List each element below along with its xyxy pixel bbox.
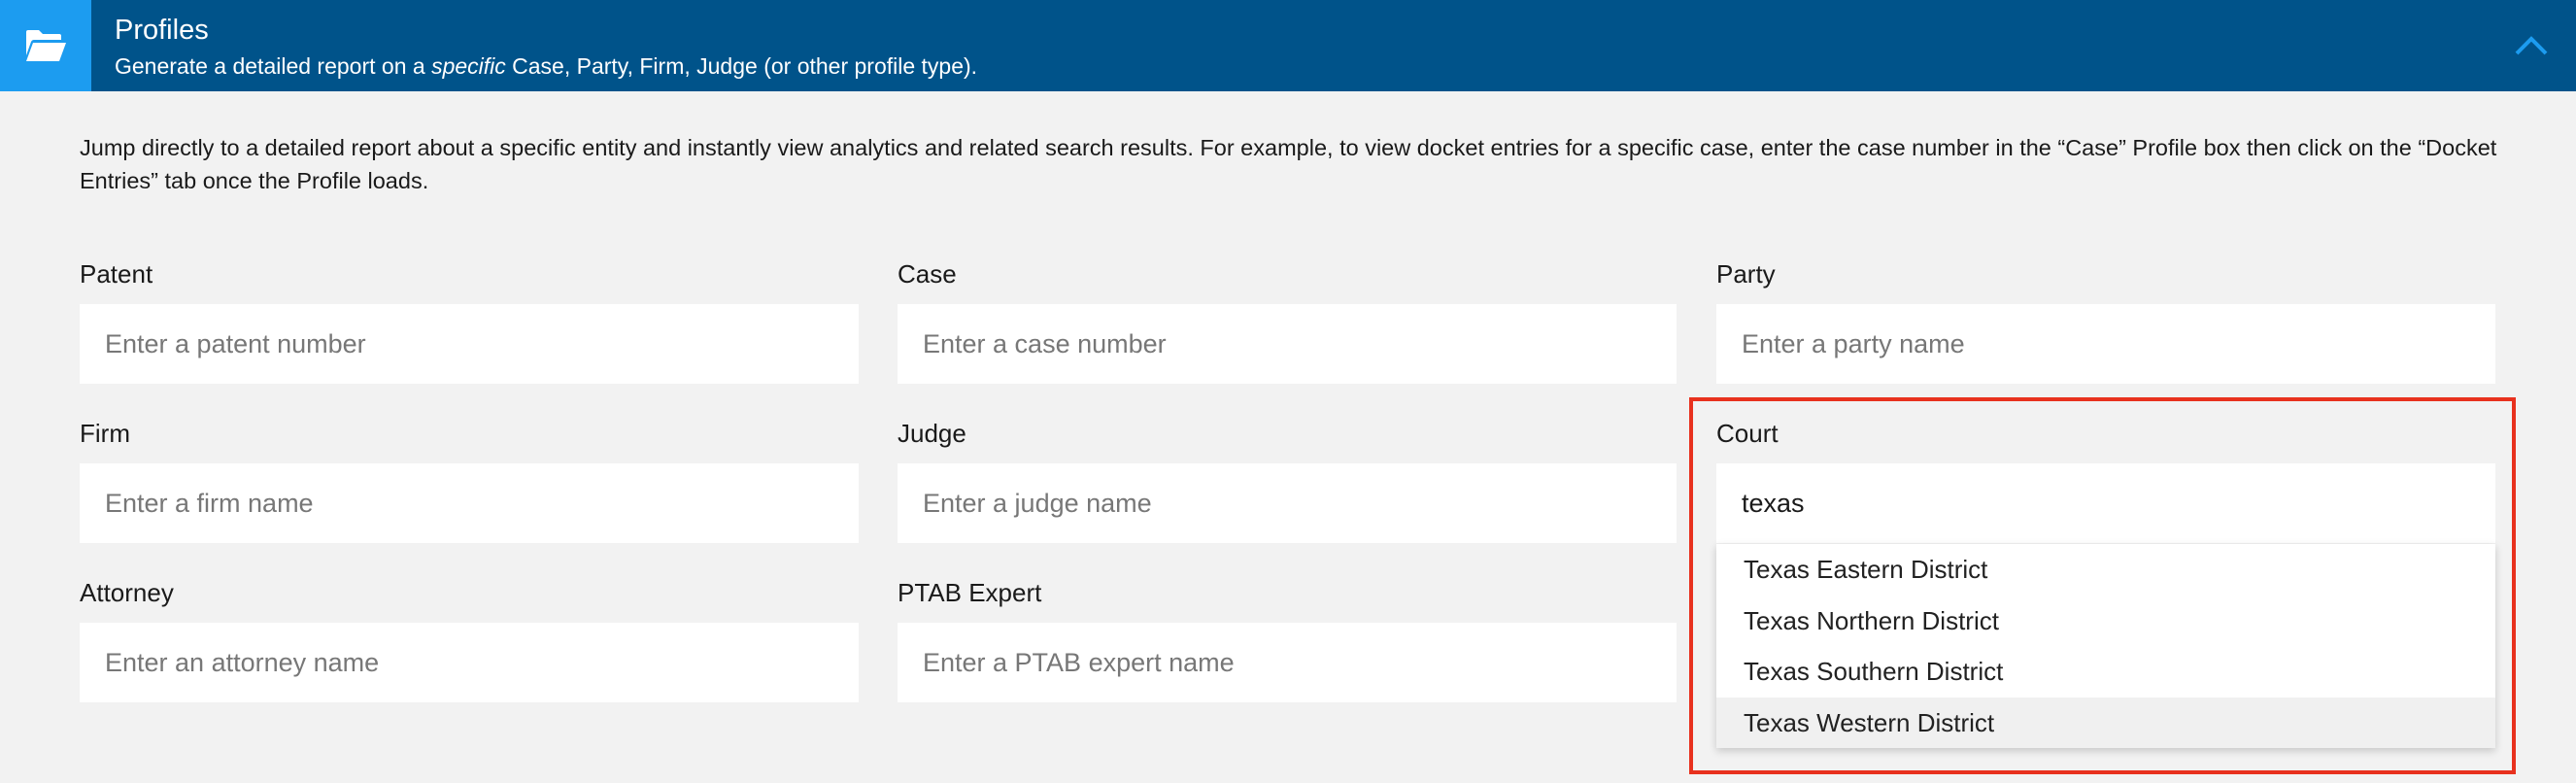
page-title: Profiles — [115, 15, 209, 46]
case-input[interactable] — [898, 304, 1677, 384]
court-suggestion-item[interactable]: Texas Eastern District — [1716, 544, 2495, 596]
patent-input[interactable] — [80, 304, 859, 384]
ptab-expert-label: PTAB Expert — [898, 578, 1042, 607]
party-input[interactable] — [1716, 304, 2495, 384]
court-suggestion-item[interactable]: Texas Southern District — [1716, 646, 2495, 698]
firm-input[interactable] — [80, 463, 859, 543]
page-subtitle: Generate a detailed report on a specific… — [115, 51, 977, 81]
folder-icon-box — [0, 0, 91, 91]
intro-description: Jump directly to a detailed report about… — [80, 135, 2497, 193]
ptab-expert-input[interactable] — [898, 623, 1677, 702]
subtitle-emphasis: specific — [431, 53, 506, 79]
profiles-header: Profiles Generate a detailed report on a… — [0, 0, 2576, 91]
party-label: Party — [1716, 259, 1776, 289]
court-suggestion-item[interactable]: Texas Western District — [1716, 697, 2495, 748]
case-label: Case — [898, 259, 957, 289]
court-suggestion-item[interactable]: Texas Northern District — [1716, 596, 2495, 647]
court-input[interactable] — [1716, 463, 2495, 543]
judge-label: Judge — [898, 419, 966, 448]
firm-label: Firm — [80, 419, 130, 448]
chevron-up-icon — [2515, 36, 2548, 55]
attorney-input[interactable] — [80, 623, 859, 702]
subtitle-text-end: Case, Party, Firm, Judge (or other profi… — [505, 53, 978, 79]
collapse-button[interactable] — [2512, 26, 2551, 65]
attorney-label: Attorney — [80, 578, 174, 607]
court-label: Court — [1716, 419, 1779, 448]
folder-open-icon — [26, 30, 66, 61]
judge-input[interactable] — [898, 463, 1677, 543]
subtitle-text-start: Generate a detailed report on a — [115, 53, 432, 79]
patent-label: Patent — [80, 259, 153, 289]
court-suggestions-dropdown: Texas Eastern District Texas Northern Di… — [1716, 544, 2495, 748]
